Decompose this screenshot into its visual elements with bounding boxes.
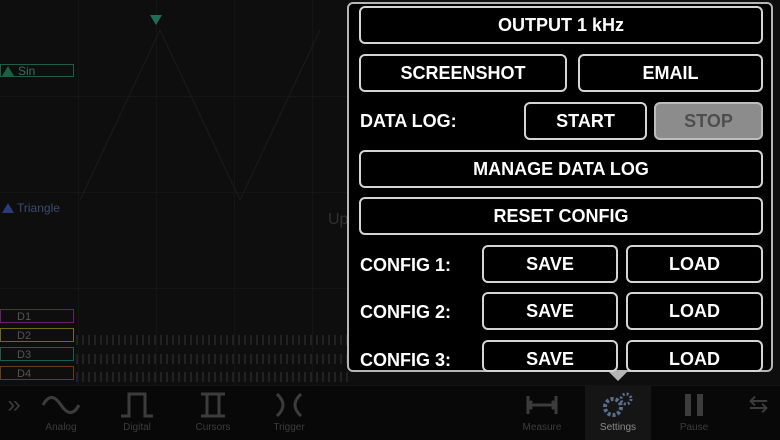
cursors-icon <box>180 390 246 420</box>
toolbar-trigger-button[interactable]: Trigger <box>256 386 322 440</box>
config-3-save-button[interactable]: SAVE <box>482 340 618 372</box>
toolbar-measure-button[interactable]: Measure <box>509 386 575 440</box>
config-3-label: CONFIG 3: <box>360 350 452 370</box>
gears-icon <box>585 390 651 420</box>
toolbar-swap-button[interactable]: ⇆ <box>737 386 780 440</box>
measure-icon <box>509 390 575 420</box>
output-1khz-button[interactable]: OUTPUT 1 kHz <box>359 6 763 44</box>
settings-panel: OUTPUT 1 kHz SCREENSHOT EMAIL DATA LOG: … <box>347 2 773 372</box>
digital-channel-d3[interactable]: D3 <box>0 347 74 361</box>
digital-trace-d2 <box>76 335 348 345</box>
digital-channel-d2[interactable]: D2 <box>0 328 74 342</box>
pause-icon <box>661 390 727 420</box>
screenshot-button[interactable]: SCREENSHOT <box>359 54 567 92</box>
config-2-load-button[interactable]: LOAD <box>626 292 763 330</box>
config-1-label: CONFIG 1: <box>360 255 452 275</box>
double-chevron-right-icon: » <box>7 391 21 418</box>
channel-label-sin-text: Sin <box>18 64 36 78</box>
email-button[interactable]: EMAIL <box>578 54 763 92</box>
digital-channel-d2-text: D2 <box>17 330 32 342</box>
toolbar-cursors-button[interactable]: Cursors <box>180 386 246 440</box>
settings-panel-pointer <box>609 372 627 381</box>
config-1-save-button[interactable]: SAVE <box>482 245 618 283</box>
digital-channel-d3-text: D3 <box>17 349 32 361</box>
config-2-label: CONFIG 2: <box>360 302 452 322</box>
toolbar-pause-button[interactable]: Pause <box>661 386 727 440</box>
config-2-save-button[interactable]: SAVE <box>482 292 618 330</box>
digital-trace-d4 <box>76 372 348 382</box>
digital-channel-d1[interactable]: D1 <box>0 309 74 323</box>
swap-arrows-icon: ⇆ <box>748 391 769 418</box>
toolbar-settings-label: Settings <box>599 422 637 433</box>
config-1-load-button[interactable]: LOAD <box>626 245 763 283</box>
data-log-label: DATA LOG: <box>360 111 457 131</box>
trigger-icon <box>256 390 322 420</box>
toolbar-measure-label: Measure <box>522 422 562 433</box>
triangle-channel-marker <box>2 203 14 213</box>
toolbar-settings-button[interactable]: Settings <box>585 386 651 440</box>
digital-channel-d1-text: D1 <box>17 311 32 323</box>
toolbar-cursors-label: Cursors <box>195 422 231 433</box>
toolbar-analog-button[interactable]: Analog <box>28 386 94 440</box>
sine-wave-icon <box>28 390 94 420</box>
digital-channel-d4[interactable]: D4 <box>0 366 74 380</box>
data-log-stop-button[interactable]: STOP <box>654 102 763 140</box>
digital-trace-d3 <box>76 354 348 364</box>
digital-channel-d4-text: D4 <box>17 368 32 380</box>
data-log-start-button[interactable]: START <box>524 102 647 140</box>
toolbar-digital-button[interactable]: Digital <box>104 386 170 440</box>
channel-label-triangle-text: Triangle <box>17 201 60 215</box>
toolbar-digital-label: Digital <box>123 422 151 433</box>
config-3-load-button[interactable]: LOAD <box>626 340 763 372</box>
bottom-toolbar: » Analog Digital Cursors Trigger Measure <box>0 385 780 440</box>
toolbar-analog-label: Analog <box>45 422 77 433</box>
square-wave-icon <box>104 390 170 420</box>
sin-channel-marker <box>2 66 14 76</box>
triangle-trace <box>79 28 321 202</box>
manage-data-log-button[interactable]: MANAGE DATA LOG <box>359 150 763 188</box>
toolbar-trigger-label: Trigger <box>273 422 305 433</box>
toolbar-pause-label: Pause <box>679 422 709 433</box>
expand-toolbar-button[interactable]: » <box>0 386 28 440</box>
reset-config-button[interactable]: RESET CONFIG <box>359 197 763 235</box>
